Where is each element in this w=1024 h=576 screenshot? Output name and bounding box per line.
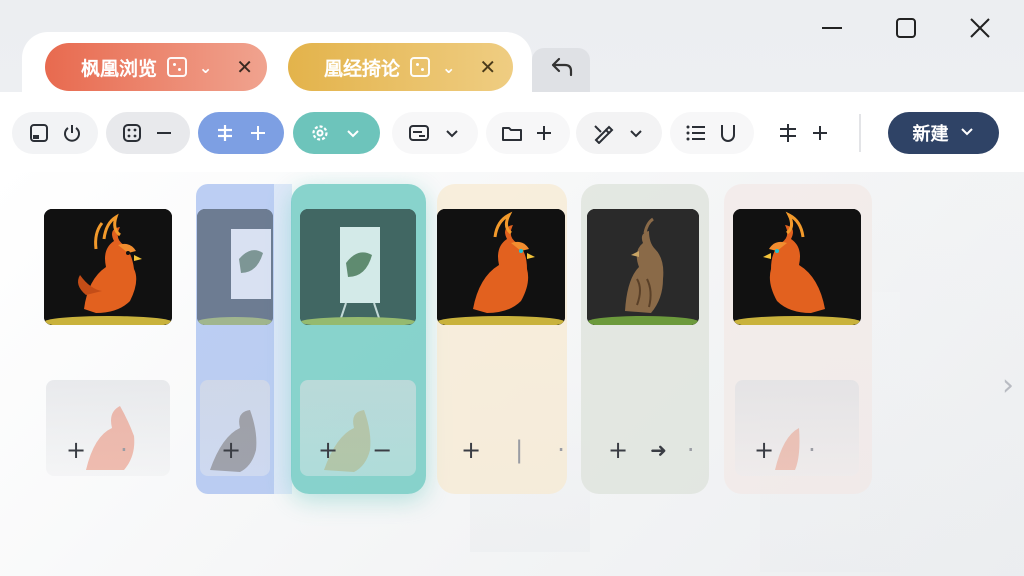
chevron-down-icon[interactable] bbox=[340, 120, 366, 146]
chevron-down-icon[interactable]: ⌄ bbox=[199, 58, 212, 77]
plus-icon[interactable] bbox=[807, 120, 833, 146]
chevron-down-icon[interactable]: ⌄ bbox=[442, 58, 455, 77]
tab-strip: 枫凰浏览 ⌄ ✕ 凰经掎论 ⌄ ✕ bbox=[0, 0, 1024, 102]
chevron-down-icon[interactable] bbox=[439, 120, 465, 146]
folder-icon[interactable] bbox=[499, 120, 525, 146]
toolbar-group-window[interactable] bbox=[12, 112, 98, 154]
asterisk-icon[interactable] bbox=[212, 120, 238, 146]
undo-arrow-icon bbox=[549, 57, 573, 83]
cell-actions: + bbox=[221, 430, 241, 470]
new-button[interactable]: 新建 bbox=[888, 112, 999, 154]
pen-icon[interactable] bbox=[590, 120, 616, 146]
plus-icon[interactable]: + bbox=[66, 436, 86, 464]
phoenix-thumbnail[interactable] bbox=[437, 209, 565, 325]
tab-1[interactable]: 枫凰浏览 ⌄ ✕ bbox=[45, 43, 267, 91]
toolbar-group-list[interactable] bbox=[670, 112, 754, 154]
tab-grid-icon bbox=[167, 57, 187, 77]
power-icon[interactable] bbox=[59, 120, 85, 146]
toolbar-group-card[interactable] bbox=[392, 112, 478, 154]
plus-icon[interactable]: + bbox=[754, 436, 774, 464]
minus-icon[interactable]: − bbox=[372, 436, 392, 464]
undo-tab-button[interactable] bbox=[532, 48, 590, 92]
cell-actions: + − bbox=[318, 430, 392, 470]
gear-icon[interactable] bbox=[307, 120, 333, 146]
toolbar-group-folder[interactable] bbox=[486, 112, 570, 154]
plus-icon[interactable] bbox=[245, 120, 271, 146]
new-button-label: 新建 bbox=[912, 124, 949, 145]
plus-icon[interactable] bbox=[531, 120, 557, 146]
toolbar-group-pen[interactable] bbox=[576, 112, 662, 154]
toolbar-group-asterisk[interactable] bbox=[762, 112, 846, 154]
column-blue-edge bbox=[274, 184, 292, 494]
minus-icon[interactable] bbox=[151, 120, 177, 146]
minus-icon[interactable]: · bbox=[120, 436, 128, 464]
plus-icon[interactable]: + bbox=[221, 436, 241, 464]
chevron-down-icon bbox=[959, 123, 975, 144]
toolbar-group-grid[interactable] bbox=[106, 112, 190, 154]
cell-actions: + ➜ · bbox=[608, 430, 695, 470]
chevron-down-icon[interactable] bbox=[623, 120, 649, 146]
eagle-thumbnail[interactable] bbox=[587, 209, 699, 325]
easel-thumbnail[interactable] bbox=[300, 209, 416, 325]
background-shape bbox=[860, 172, 1024, 576]
window-icon[interactable] bbox=[26, 120, 52, 146]
toolbar bbox=[0, 92, 1024, 172]
list-icon[interactable] bbox=[683, 120, 709, 146]
cell-actions: + · bbox=[754, 430, 816, 470]
phoenix-thumbnail[interactable] bbox=[44, 209, 172, 325]
tab-2[interactable]: 凰经掎论 ⌄ ✕ bbox=[288, 43, 513, 91]
plus-icon[interactable]: + bbox=[318, 436, 338, 464]
arrow-right-icon[interactable]: ➜ bbox=[650, 438, 667, 462]
toolbar-divider bbox=[859, 114, 861, 152]
easel-thumbnail[interactable] bbox=[197, 209, 273, 325]
asterisk-icon[interactable] bbox=[775, 120, 801, 146]
content-area: + · + + − + | · + ➜ · + · › bbox=[0, 172, 1024, 576]
tab-label: 枫凰浏览 bbox=[81, 57, 158, 80]
cell-actions: + · bbox=[66, 430, 128, 470]
plus-icon[interactable]: + bbox=[608, 436, 628, 464]
plus-icon[interactable]: + bbox=[461, 436, 481, 464]
u-icon[interactable] bbox=[715, 120, 741, 146]
tab-close-icon[interactable]: ✕ bbox=[479, 55, 496, 79]
chevron-right-icon[interactable]: › bbox=[1002, 368, 1014, 403]
phoenix-thumbnail[interactable] bbox=[733, 209, 861, 325]
dot-icon[interactable]: · bbox=[557, 436, 565, 464]
grid-icon[interactable] bbox=[119, 120, 145, 146]
tab-close-icon[interactable]: ✕ bbox=[236, 55, 253, 79]
toolbar-group-gear-teal[interactable] bbox=[293, 112, 380, 154]
dot-icon[interactable]: · bbox=[687, 436, 695, 464]
tab-label: 凰经掎论 bbox=[324, 57, 401, 80]
card-icon[interactable] bbox=[406, 120, 432, 146]
divider: | bbox=[515, 436, 524, 464]
dot-icon[interactable]: · bbox=[808, 436, 816, 464]
tab-grid-icon bbox=[410, 57, 431, 77]
toolbar-group-asterisk-blue[interactable] bbox=[198, 112, 284, 154]
cell-actions: + | · bbox=[461, 430, 565, 470]
